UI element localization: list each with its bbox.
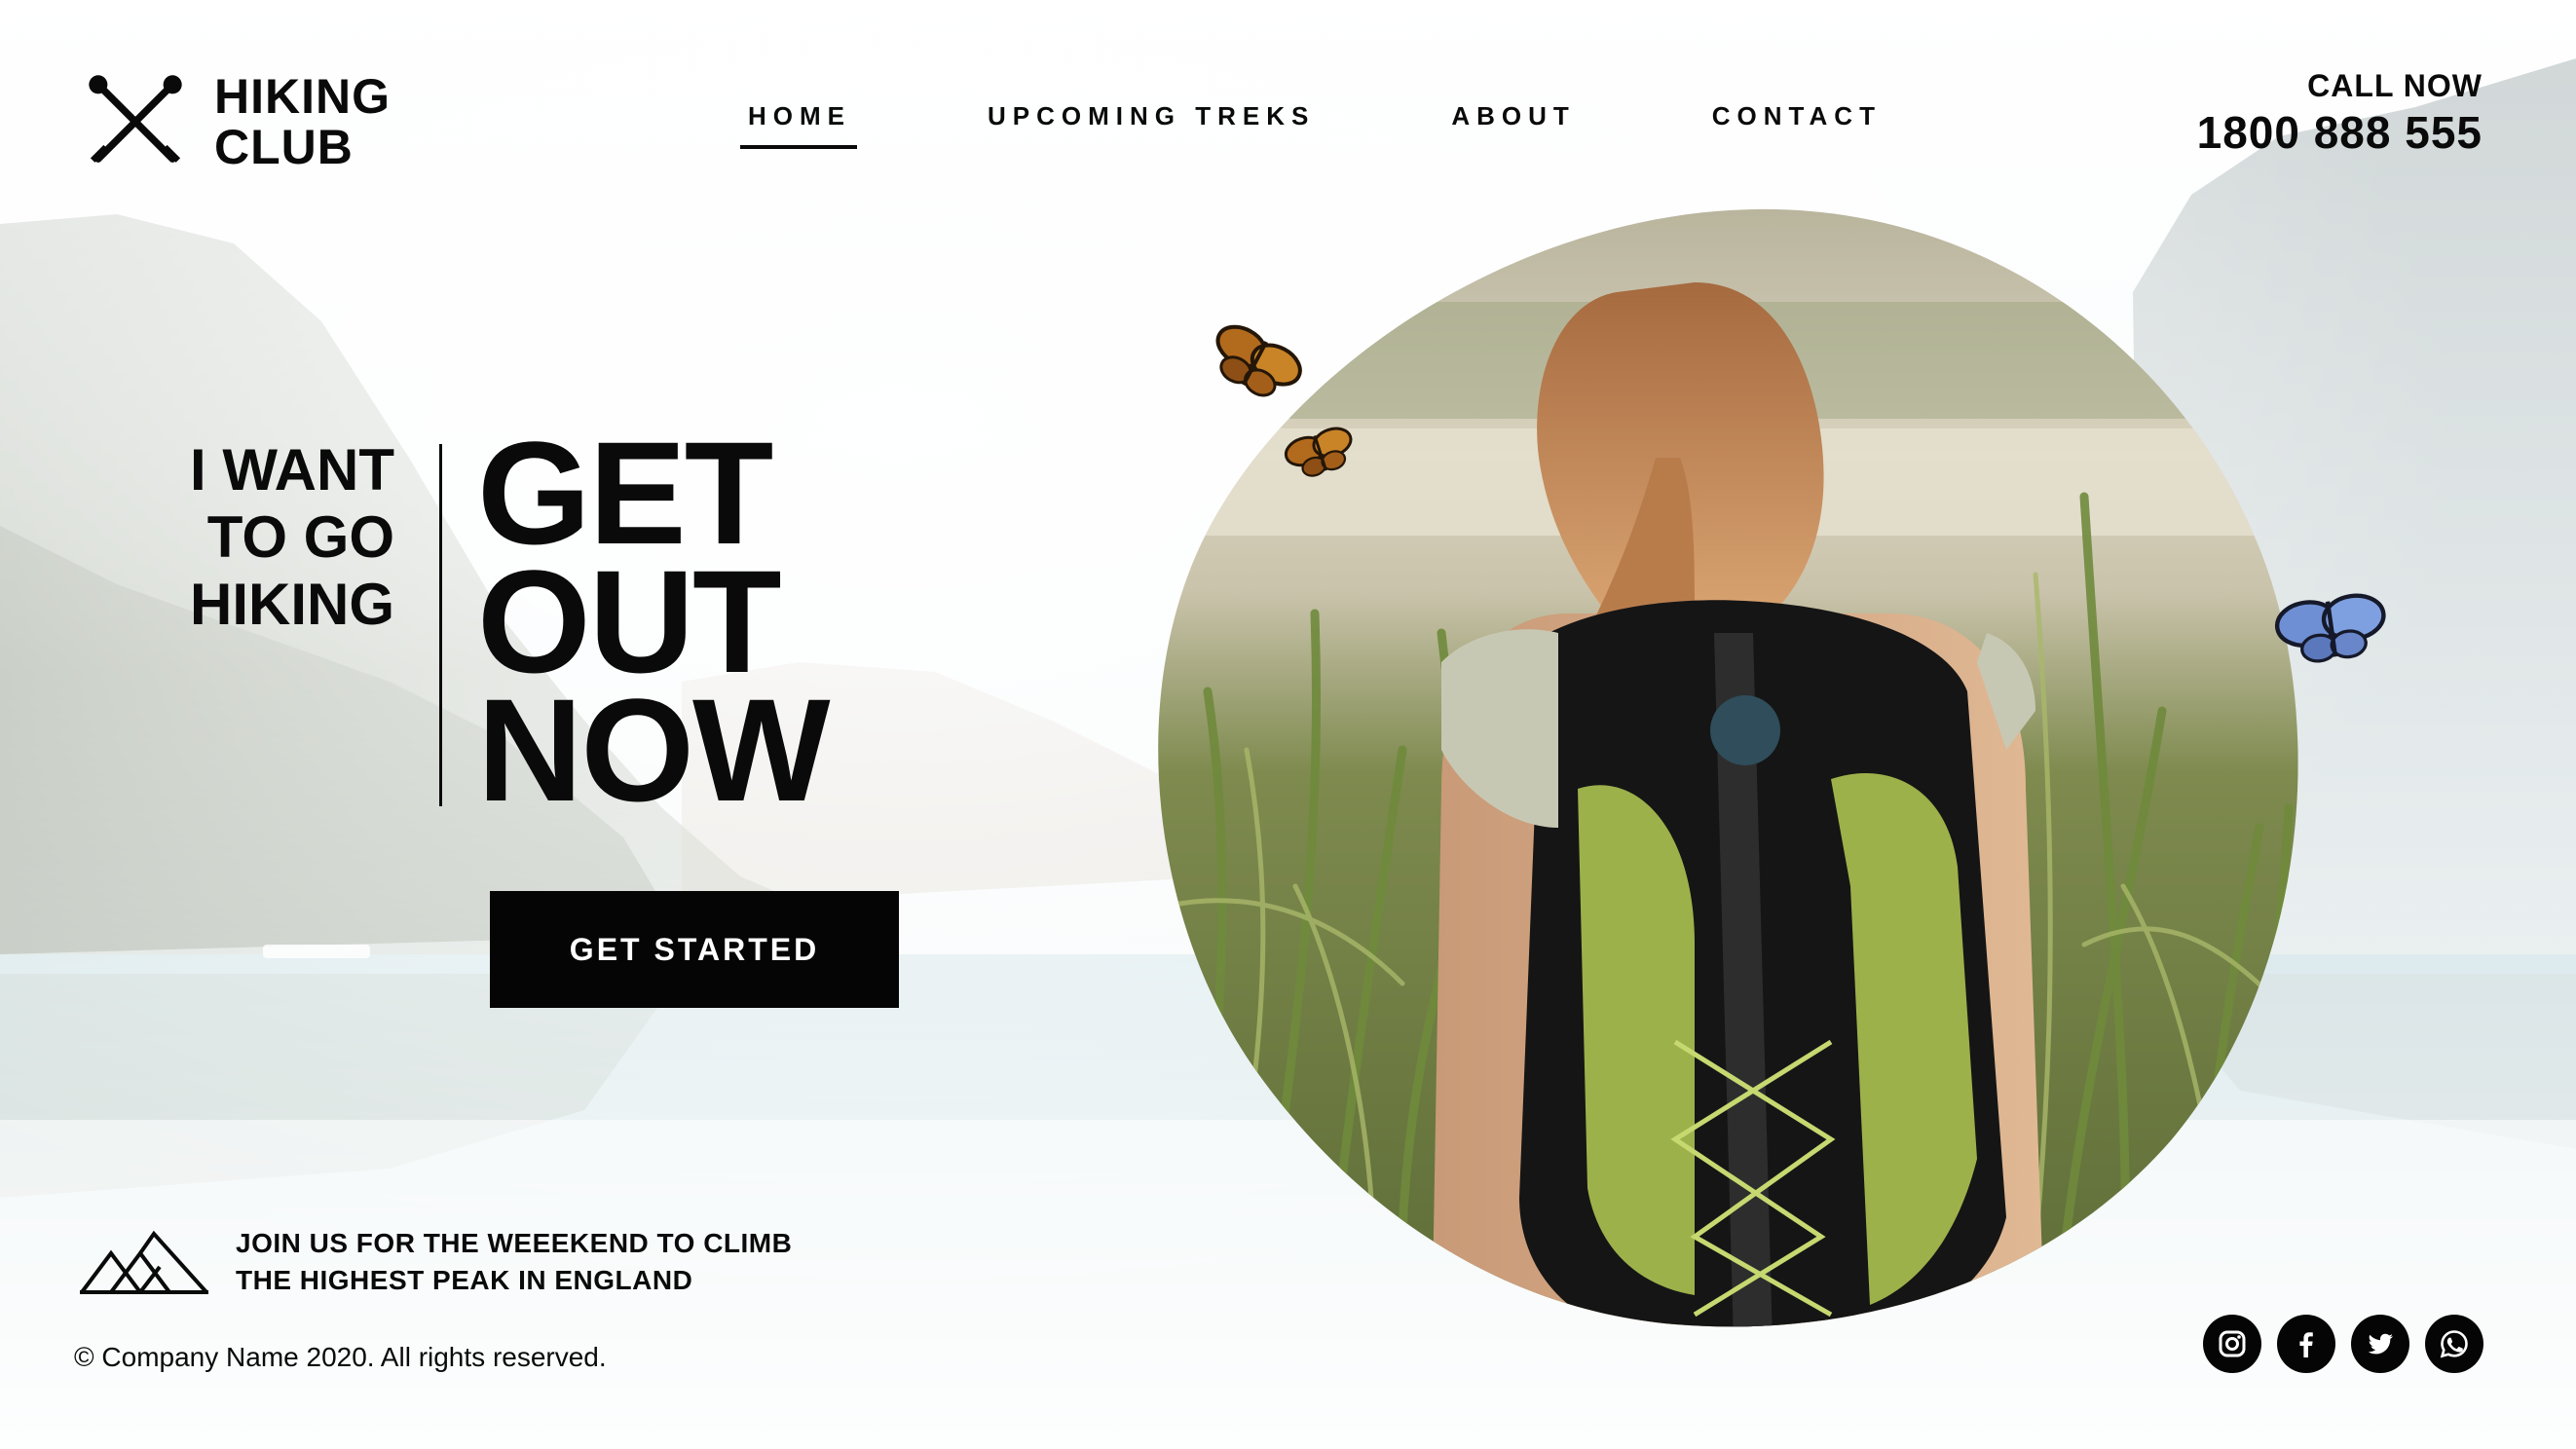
- nav-item-contact[interactable]: CONTACT: [1704, 97, 1887, 149]
- hero-divider: [439, 444, 442, 806]
- brand-logo[interactable]: HIKING CLUB: [84, 70, 429, 173]
- main-nav: HOME UPCOMING TREKS ABOUT CONTACT: [740, 97, 2010, 149]
- social-links: [2187, 1315, 2483, 1373]
- instagram-icon[interactable]: [2203, 1315, 2261, 1373]
- nav-item-upcoming-treks[interactable]: UPCOMING TREKS: [980, 97, 1321, 149]
- facebook-icon[interactable]: [2277, 1315, 2335, 1373]
- hero-headline: GET OUT NOW: [477, 411, 831, 832]
- call-now: CALL NOW 1800 888 555: [2197, 68, 2483, 159]
- copyright: © Company Name 2020. All rights reserved…: [74, 1342, 607, 1372]
- nav-item-home[interactable]: HOME: [740, 97, 857, 149]
- hero-image: [1158, 208, 2298, 1327]
- hero-kicker: I WANT TO GO HIKING: [190, 437, 394, 637]
- crossed-trekking-poles-icon: [89, 75, 182, 163]
- mountains-icon: [80, 1230, 208, 1294]
- promo-text: JOIN US FOR THE WEEEKEND TO CLIMB THE HI…: [236, 1228, 793, 1295]
- brand-name: HIKING CLUB: [214, 69, 391, 174]
- whatsapp-icon[interactable]: [2425, 1315, 2483, 1373]
- get-started-button[interactable]: GET STARTED: [490, 891, 899, 1008]
- weekend-promo: JOIN US FOR THE WEEEKEND TO CLIMB THE HI…: [78, 1225, 820, 1299]
- call-now-label: CALL NOW: [2307, 68, 2483, 103]
- nav-item-about[interactable]: ABOUT: [1443, 97, 1581, 149]
- phone-number[interactable]: 1800 888 555: [2197, 106, 2483, 159]
- twitter-icon[interactable]: [2351, 1315, 2409, 1373]
